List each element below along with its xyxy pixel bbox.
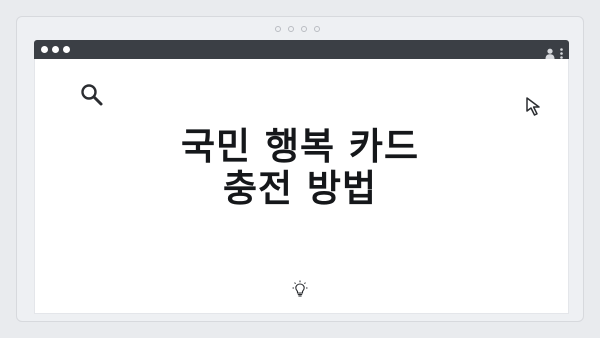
window-minimize-dot[interactable] xyxy=(52,46,59,53)
window-close-dot[interactable] xyxy=(41,46,48,53)
page-title-line1: 국민 행복 카드 xyxy=(180,125,419,168)
pagination-dots xyxy=(275,26,320,34)
lightbulb-icon xyxy=(291,280,309,298)
pagination-dot[interactable] xyxy=(314,26,320,32)
window-controls xyxy=(41,46,70,53)
cursor-arrow-icon xyxy=(524,96,548,120)
pagination-dot[interactable] xyxy=(275,26,281,32)
pagination-dot[interactable] xyxy=(288,26,294,32)
browser-title-bar xyxy=(34,40,569,59)
user-icon[interactable] xyxy=(545,44,555,59)
browser-bar-actions xyxy=(545,44,563,59)
search-icon xyxy=(79,82,105,108)
page-title: 국민 행복 카드 충전 방법 xyxy=(100,126,500,210)
page-title-line2: 충전 방법 xyxy=(222,167,378,210)
pagination-dot[interactable] xyxy=(301,26,307,32)
window-maximize-dot[interactable] xyxy=(63,46,70,53)
kebab-menu-icon[interactable] xyxy=(560,44,563,59)
